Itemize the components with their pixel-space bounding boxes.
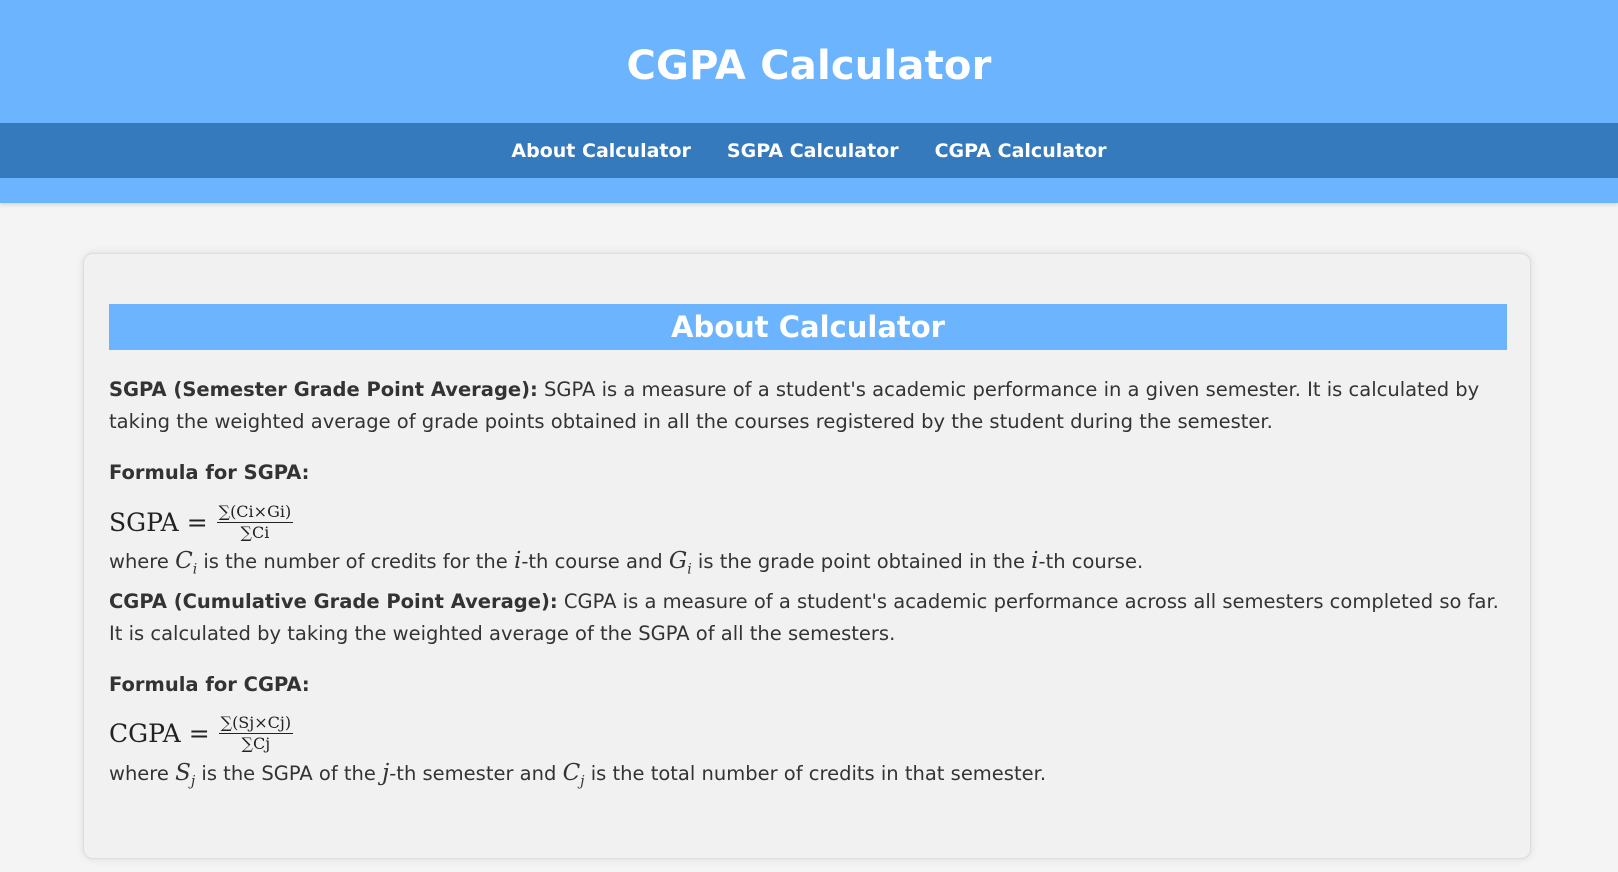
- text-fragment: where: [109, 761, 176, 785]
- cgpa-lead: CGPA (Cumulative Grade Point Average):: [109, 589, 558, 613]
- cgpa-formula-numerator: ∑(Sj×Cj): [218, 713, 294, 735]
- cgpa-where-text: where Sj is the SGPA of the j-th semeste…: [109, 757, 1509, 798]
- sgpa-where-text: where Ci is the number of credits for th…: [109, 545, 1509, 586]
- cgpa-formula: CGPA = ∑(Sj×Cj) ∑Cj: [109, 711, 1509, 757]
- math-var: Gi: [668, 548, 692, 578]
- sgpa-formula-fraction: ∑(Ci×Gi) ∑Ci: [216, 501, 294, 542]
- nav-link-about-calculator[interactable]: About Calculator: [511, 140, 691, 162]
- math-symbol: S: [175, 759, 191, 786]
- math-var: Sj: [175, 759, 195, 790]
- sgpa-formula-equals: =: [186, 507, 208, 537]
- sgpa-formula-numerator: ∑(Ci×Gi): [216, 501, 294, 523]
- nav-link-cgpa-calculator[interactable]: CGPA Calculator: [935, 140, 1107, 162]
- site-header: CGPA Calculator: [0, 0, 1618, 123]
- nav-link-sgpa-calculator[interactable]: SGPA Calculator: [727, 140, 899, 162]
- math-var: Ci: [175, 548, 197, 578]
- math-symbol: G: [668, 548, 688, 574]
- cgpa-formula-equals: =: [188, 719, 210, 749]
- math-var: i: [1031, 548, 1039, 574]
- text-fragment: -th semester and: [389, 761, 563, 785]
- nav-underbar: [0, 178, 1618, 203]
- math-symbol: C: [562, 759, 581, 786]
- about-calculator-card: About Calculator SGPA (Semester Grade Po…: [83, 253, 1531, 859]
- cgpa-description: CGPA (Cumulative Grade Point Average): C…: [109, 586, 1509, 650]
- text-fragment: where: [109, 550, 176, 573]
- text-fragment: is the SGPA of the: [195, 761, 383, 785]
- sgpa-formula: SGPA = ∑(Ci×Gi) ∑Ci: [109, 499, 1509, 545]
- cgpa-formula-lhs: CGPA: [109, 719, 181, 749]
- cgpa-formula-denominator: ∑Cj: [241, 734, 271, 754]
- sgpa-formula-lhs: SGPA: [109, 507, 179, 537]
- sgpa-lead: SGPA (Semester Grade Point Average):: [109, 378, 538, 401]
- sgpa-formula-heading: Formula for SGPA:: [109, 461, 310, 484]
- cgpa-formula-fraction: ∑(Sj×Cj) ∑Cj: [218, 713, 294, 754]
- text-fragment: is the grade point obtained in the: [691, 550, 1032, 573]
- math-var: Cj: [562, 759, 585, 790]
- about-section-title: About Calculator: [109, 304, 1507, 350]
- text-fragment: -th course.: [1038, 550, 1144, 573]
- text-fragment: is the number of credits for the: [197, 550, 514, 573]
- text-fragment: -th course and: [521, 550, 669, 573]
- sgpa-formula-denominator: ∑Ci: [240, 522, 270, 542]
- text-fragment: is the total number of credits in that s…: [584, 761, 1047, 785]
- about-content: SGPA (Semester Grade Point Average): SGP…: [109, 374, 1509, 797]
- cgpa-formula-heading: Formula for CGPA:: [109, 672, 310, 696]
- math-symbol: C: [175, 548, 193, 574]
- site-title: CGPA Calculator: [626, 42, 992, 89]
- sgpa-description: SGPA (Semester Grade Point Average): SGP…: [109, 374, 1509, 438]
- main-nav: About Calculator SGPA Calculator CGPA Ca…: [0, 123, 1618, 178]
